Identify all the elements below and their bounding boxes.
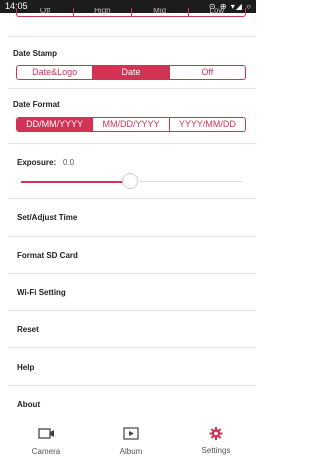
tab-settings-label: Settings <box>201 446 231 455</box>
menu-item-about[interactable]: About <box>17 400 40 409</box>
divider <box>8 347 256 348</box>
tab-album-label: Album <box>119 447 143 456</box>
date-format-option-yyyy-mm-dd[interactable]: YYYY/MM/DD <box>168 118 245 131</box>
quality-option-off[interactable]: Off <box>17 8 73 16</box>
date-format-option-dd-mm-yyyy[interactable]: DD/MM/YYYY <box>17 118 93 131</box>
date-format-title: Date Format <box>13 100 60 109</box>
date-stamp-option-date-logo[interactable]: Date&Logo <box>17 66 92 79</box>
tab-album[interactable]: Album <box>101 427 161 456</box>
exposure-value: 0.0 <box>63 158 75 167</box>
quality-option-low[interactable]: Low <box>187 8 245 16</box>
tab-camera-label: Camera <box>31 447 61 456</box>
divider <box>8 236 256 237</box>
bottom-tab-bar: Camera Album Settings <box>0 420 256 456</box>
video-camera-icon <box>16 427 76 441</box>
divider <box>8 385 256 386</box>
divider <box>8 36 256 37</box>
quality-option-high[interactable]: High <box>73 8 130 16</box>
play-box-icon <box>101 427 161 441</box>
menu-item-wifi-setting[interactable]: Wi-Fi Setting <box>17 288 66 297</box>
date-format-segmented-control: DD/MM/YYYY MM/DD/YYYY YYYY/MM/DD <box>16 117 246 132</box>
menu-item-reset[interactable]: Reset <box>17 325 39 334</box>
gear-icon <box>186 426 246 440</box>
quality-option-mid[interactable]: Mid <box>130 8 188 16</box>
exposure-slider-track-filled[interactable] <box>21 181 123 183</box>
divider <box>8 273 256 274</box>
date-stamp-segmented-control: Date&Logo Date Off <box>16 65 246 80</box>
divider <box>8 198 256 199</box>
quality-segmented-control: Off High Mid Low <box>16 8 246 17</box>
divider <box>8 310 256 311</box>
date-stamp-title: Date Stamp <box>13 49 58 58</box>
tab-camera[interactable]: Camera <box>16 427 76 456</box>
divider <box>8 88 256 89</box>
divider <box>8 143 256 144</box>
tab-settings[interactable]: Settings <box>186 426 246 455</box>
exposure-slider-track[interactable] <box>139 181 242 182</box>
date-stamp-option-date[interactable]: Date <box>92 66 169 79</box>
exposure-slider-thumb[interactable] <box>122 173 138 189</box>
date-stamp-option-off[interactable]: Off <box>168 66 245 79</box>
date-format-option-mm-dd-yyyy[interactable]: MM/DD/YYYY <box>92 118 168 131</box>
menu-item-set-adjust-time[interactable]: Set/Adjust Time <box>17 213 77 222</box>
menu-item-help[interactable]: Help <box>17 363 34 372</box>
menu-item-format-sd-card[interactable]: Format SD Card <box>17 251 78 260</box>
exposure-label: Exposure: <box>17 158 57 167</box>
